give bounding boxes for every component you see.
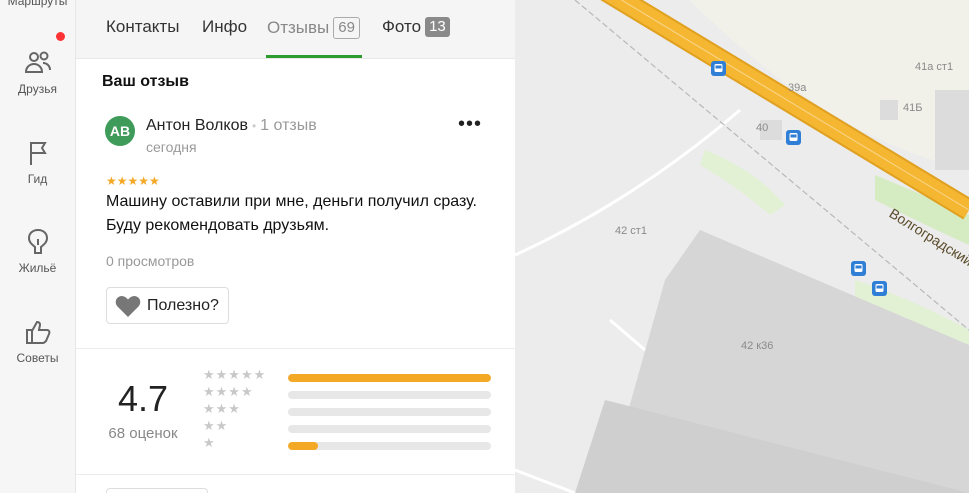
rating-count: 68 оценок (108, 425, 178, 442)
rail-item-friends[interactable]: Друзья (0, 48, 75, 96)
tab-info[interactable]: Инфо (202, 17, 247, 37)
map-label-42k36: 42 к36 (741, 340, 774, 352)
avatar[interactable]: АВ (105, 116, 135, 146)
stars-3: ★★★ (203, 401, 241, 416)
rail-item-tips[interactable]: Советы (0, 317, 75, 365)
rating-fill-5 (288, 374, 491, 382)
views-count: 0 просмотров (106, 253, 195, 269)
section-divider-2 (76, 474, 515, 475)
map-label-41a: 41а ст1 (915, 61, 954, 73)
review-stars: ★★★★★ (106, 174, 160, 188)
tab-contacts[interactable]: Контакты (106, 17, 179, 37)
bus-stop-marker[interactable] (851, 261, 866, 276)
stars-2: ★★ (203, 418, 229, 433)
author-separator: • (251, 119, 257, 133)
stars-1: ★ (203, 435, 216, 450)
place-panel: Контакты Инфо Отзывы 69 Фото 13 Ваш отзыв … (76, 0, 515, 493)
map-label-40: 40 (756, 122, 769, 134)
map-label-41b: 41Б (903, 102, 923, 114)
map-label-39a: 39а (788, 82, 807, 94)
stars-5: ★★★★★ (203, 367, 267, 382)
rating-track-1 (288, 442, 491, 450)
author-name[interactable]: Антон Волков (146, 117, 248, 134)
rating-fill-1 (288, 442, 319, 450)
tab-photos-label: Фото (382, 17, 422, 36)
rail-item-housing[interactable]: Жильё (0, 227, 75, 275)
rail-label-housing: Жильё (18, 261, 57, 275)
rail-label-friends: Друзья (18, 82, 57, 96)
tab-reviews-label: Отзывы (267, 18, 330, 37)
reviews-count-badge: 69 (333, 17, 360, 39)
rating-track-2 (288, 425, 491, 433)
partial-next-button[interactable] (106, 488, 208, 493)
bus-stop-marker[interactable] (872, 281, 887, 296)
rating-value: 4.7 (117, 378, 169, 419)
tab-info-label: Инфо (202, 17, 248, 36)
rating-track-3 (288, 408, 491, 416)
review-date: сегодня (146, 139, 197, 155)
active-tab-indicator (266, 55, 362, 58)
map-label-42st1: 42 ст1 (615, 225, 647, 237)
heart-icon (115, 295, 141, 317)
useful-button[interactable]: Полезно? (106, 287, 229, 324)
bus-stop-marker[interactable] (711, 61, 726, 76)
rail-label-guide: Гид (27, 172, 48, 186)
your-review-title: Ваш отзыв (102, 73, 189, 90)
stars-4: ★★★★ (203, 384, 254, 399)
rating-row-2: ★★ (203, 418, 493, 435)
friends-icon (24, 51, 51, 73)
building (935, 90, 969, 170)
review-text: Машину оставили при мне, деньги получил … (106, 193, 477, 234)
housing-icon (27, 228, 48, 254)
rating-row-3: ★★★ (203, 401, 493, 418)
bus-icon (789, 133, 798, 141)
rail-item-routes[interactable]: Маршруты (0, 0, 75, 8)
useful-label: Полезно? (147, 296, 219, 314)
more-options-button[interactable]: ••• (458, 114, 482, 141)
bus-icon (714, 64, 723, 72)
rail-item-guide[interactable]: Гид (0, 138, 75, 186)
photos-count-badge: 13 (425, 17, 450, 37)
notification-dot (56, 32, 65, 41)
flag-icon (29, 142, 47, 165)
ellipsis-icon: ••• (458, 113, 483, 135)
author-review-count: 1 отзыв (260, 117, 317, 134)
section-divider (76, 348, 515, 349)
map-background (515, 0, 969, 493)
rating-track-5 (288, 374, 491, 382)
rail-label-routes: Маршруты (7, 0, 68, 8)
author-line: Антон Волков • 1 отзыв (146, 117, 317, 135)
tab-reviews[interactable]: Отзывы 69 (267, 17, 360, 39)
rating-row-5: ★★★★★ (203, 367, 493, 384)
left-rail: Маршруты Друзья Гид Жильё Советы (0, 0, 76, 493)
rating-row-1: ★ (203, 435, 493, 452)
building (880, 100, 898, 120)
thumbs-up-icon (25, 320, 50, 344)
bus-icon (854, 264, 863, 272)
map-view[interactable]: 39а 41а ст1 41Б 40 42 ст1 42 к36 Волгогр… (515, 0, 969, 493)
tab-contacts-label: Контакты (106, 17, 180, 36)
rail-label-tips: Советы (16, 351, 59, 365)
rating-track-4 (288, 391, 491, 399)
rating-row-4: ★★★★ (203, 384, 493, 401)
bus-stop-marker[interactable] (786, 130, 801, 145)
bus-icon (875, 284, 884, 292)
tab-bar: Контакты Инфо Отзывы 69 Фото 13 (76, 0, 515, 59)
tab-photos[interactable]: Фото 13 (382, 17, 450, 37)
